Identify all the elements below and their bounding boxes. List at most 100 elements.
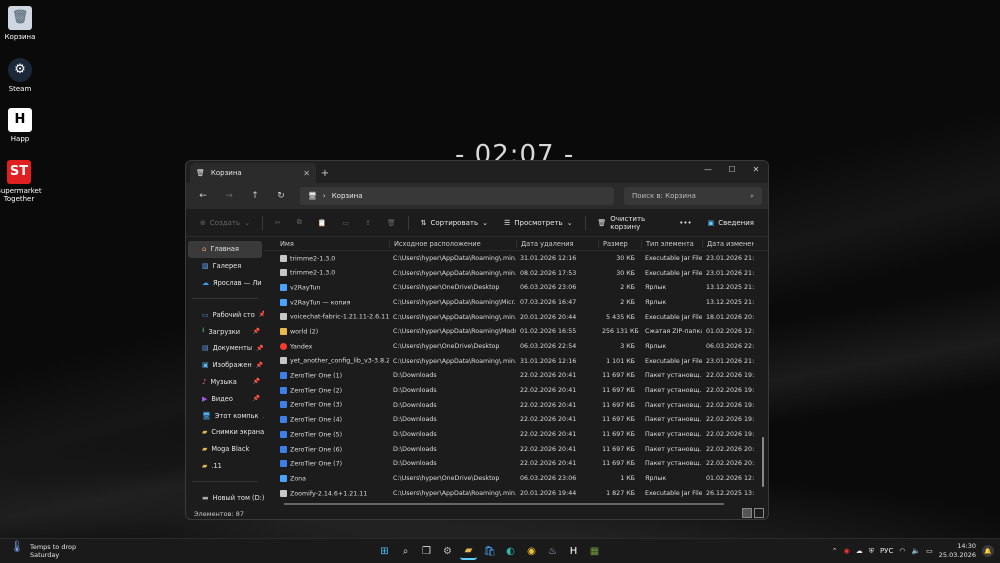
- rename-button[interactable]: ▭: [336, 216, 355, 230]
- file-explorer-icon[interactable]: ▰: [460, 543, 477, 560]
- column-header-date-modified[interactable]: Дата изменения: [702, 239, 754, 248]
- search-icon[interactable]: ⌕: [397, 543, 414, 560]
- search-input[interactable]: Поиск в: Корзина ⌕: [624, 187, 762, 205]
- settings-icon[interactable]: ⚙: [439, 543, 456, 560]
- nav-item[interactable]: ♪ Музыка 📌: [186, 374, 264, 391]
- cell-modified: 22.02.2026 19:22: [706, 372, 754, 380]
- delete-button[interactable]: 🗑: [381, 216, 402, 230]
- store-icon[interactable]: 🛍: [481, 543, 498, 560]
- file-name: ZeroTier One (6): [290, 446, 343, 454]
- desktop-icon-steam[interactable]: ⚙ Steam: [0, 58, 48, 93]
- clock[interactable]: 14:30 25.03.2026: [939, 542, 976, 560]
- table-row[interactable]: voicechat-fabric-1.21.11-2.6.11 C:\Users\…: [264, 310, 768, 325]
- column-header-original-location[interactable]: Исходное расположение: [389, 239, 516, 248]
- tab-recycle-bin[interactable]: 🗑 Корзина ✕: [190, 163, 316, 183]
- nav-item[interactable]: ▨ Галерея: [186, 258, 264, 275]
- cell-path: D:\Downloads: [393, 401, 437, 409]
- chrome-icon[interactable]: ◉: [523, 543, 540, 560]
- minecraft-icon[interactable]: ▦: [586, 543, 603, 560]
- share-button[interactable]: ⇪: [359, 216, 377, 230]
- nav-item[interactable]: ⭳ Загрузки 📌: [186, 323, 264, 340]
- column-header-size[interactable]: Размер: [598, 239, 641, 248]
- refresh-button[interactable]: ↻: [270, 187, 292, 205]
- table-row[interactable]: ZeroTier One (7) D:\Downloads 22.02.2026 2…: [264, 457, 768, 472]
- notifications-icon[interactable]: 🔔: [982, 545, 994, 557]
- table-row[interactable]: ZeroTier One (4) D:\Downloads 22.02.2026 2…: [264, 413, 768, 428]
- nav-item[interactable]: ▣ Изображен 📌: [186, 357, 264, 374]
- table-row[interactable]: trimme2-1.3.0 C:\Users\hyper\AppData\Roam…: [264, 266, 768, 281]
- cell-modified: 22.02.2026 20:09: [706, 445, 754, 453]
- tab-close-button[interactable]: ✕: [303, 169, 310, 178]
- nav-item[interactable]: ▶ Видео 📌: [186, 390, 264, 407]
- tiles-view-icon[interactable]: [754, 508, 764, 518]
- paste-button[interactable]: 📋: [312, 216, 333, 230]
- nav-item[interactable]: ▤ Документы 📌: [186, 340, 264, 357]
- cell-deleted: 31.01.2026 12:16: [520, 254, 577, 262]
- volume-icon[interactable]: 🔈: [911, 547, 920, 555]
- nav-item[interactable]: ▰ Снимки экрана: [186, 424, 264, 441]
- edge-icon[interactable]: ◐: [502, 543, 519, 560]
- more-options-button[interactable]: •••: [673, 216, 697, 230]
- table-row[interactable]: ZeroTier One (3) D:\Downloads 22.02.2026 2…: [264, 398, 768, 413]
- nav-item-label: Загрузки: [208, 327, 241, 336]
- forward-button[interactable]: →: [218, 187, 240, 205]
- jar-file-icon: [280, 313, 287, 321]
- language-indicator[interactable]: РУС: [880, 547, 893, 555]
- empty-recycle-bin-button[interactable]: 🗑 Очистить корзину: [591, 212, 669, 234]
- table-row[interactable]: Zona C:\Users\hyper\OneDrive\Desktop 06.03…: [264, 471, 768, 486]
- nav-item[interactable]: 🖥Этот компьк📌: [186, 407, 264, 424]
- table-row[interactable]: ZeroTier One (6) D:\Downloads 22.02.2026 2…: [264, 442, 768, 457]
- table-row[interactable]: trimme2-1.3.0 C:\Users\hyper\AppData\Roam…: [264, 251, 768, 266]
- nav-item[interactable]: ⌂ Главная: [188, 241, 262, 258]
- chevron-up-icon[interactable]: ⌃: [832, 547, 838, 555]
- nav-item[interactable]: ▰ .11: [186, 458, 264, 475]
- table-row[interactable]: Zoomify-2.14.6+1.21.11 C:\Users\hyper\App…: [264, 486, 768, 501]
- desktop-icon-recycle-bin[interactable]: 🗑 Корзина: [0, 6, 48, 41]
- start-icon[interactable]: ⊞: [376, 543, 393, 560]
- weather-widget[interactable]: 🌡 Temps to drop Saturday: [10, 541, 76, 559]
- close-button[interactable]: ✕: [744, 161, 768, 177]
- cell-modified: 26.12.2025 13:31: [706, 489, 754, 497]
- battery-icon[interactable]: ▭: [926, 547, 933, 555]
- new-tab-button[interactable]: +: [316, 163, 334, 183]
- security-icon[interactable]: ⛨: [869, 547, 874, 556]
- desktop-icon-supermarket-together[interactable]: ST Supermarket Together: [0, 160, 47, 203]
- desktop-icon-happ[interactable]: H Happ: [0, 108, 48, 143]
- horizontal-scrollbar[interactable]: [284, 503, 724, 505]
- cut-button[interactable]: ✂: [269, 216, 287, 230]
- minimize-button[interactable]: —: [696, 161, 720, 177]
- table-row[interactable]: ZeroTier One (5) D:\Downloads 22.02.2026 2…: [264, 427, 768, 442]
- maximize-button[interactable]: ☐: [720, 161, 744, 177]
- wifi-icon[interactable]: ◠: [899, 547, 905, 555]
- sort-button[interactable]: ⇅ Сортировать ⌄: [415, 216, 494, 230]
- nav-item[interactable]: ▬ Новый том (D:): [186, 489, 264, 506]
- table-row[interactable]: yet_another_config_lib_v3-3.8.2+1... C:\U…: [264, 354, 768, 369]
- copy-button[interactable]: ⧉: [291, 215, 308, 230]
- back-button[interactable]: ←: [192, 187, 214, 205]
- column-header-name[interactable]: Имя: [264, 240, 389, 248]
- task-view-icon[interactable]: ❐: [418, 543, 435, 560]
- address-bar[interactable]: 🖥 › Корзина: [300, 187, 614, 205]
- vertical-scrollbar[interactable]: [762, 437, 764, 487]
- happ-icon[interactable]: H: [565, 543, 582, 560]
- steam-icon[interactable]: ♨: [544, 543, 561, 560]
- shortcut-file-icon: [280, 474, 287, 482]
- table-row[interactable]: Yandex C:\Users\hyper\OneDrive\Desktop 06.…: [264, 339, 768, 354]
- table-row[interactable]: world (2) C:\Users\hyper\AppData\Roaming\…: [264, 324, 768, 339]
- tray-app-icon[interactable]: ◉: [844, 547, 850, 555]
- nav-item[interactable]: ☁ Ярослав — Ли: [186, 275, 264, 292]
- view-button[interactable]: ☰ Просмотреть ⌄: [498, 216, 579, 230]
- column-header-type[interactable]: Тип элемента: [641, 239, 702, 248]
- details-button[interactable]: ▣ Сведения: [702, 216, 760, 230]
- nav-item[interactable]: ▭Рабочий сто📌: [186, 306, 264, 323]
- up-button[interactable]: ↑: [244, 187, 266, 205]
- table-row[interactable]: v2RayTun C:\Users\hyper\OneDrive\Desktop 0…: [264, 280, 768, 295]
- column-header-date-deleted[interactable]: Дата удаления: [516, 239, 598, 248]
- nav-item[interactable]: ▰ Moga Black: [186, 441, 264, 458]
- create-button[interactable]: ⊕ Создать ⌄: [194, 216, 256, 230]
- table-row[interactable]: v2RayTun — копия C:\Users\hyper\AppData\R…: [264, 295, 768, 310]
- details-view-icon[interactable]: [742, 508, 752, 518]
- table-row[interactable]: ZeroTier One (1) D:\Downloads 22.02.2026 2…: [264, 369, 768, 384]
- table-row[interactable]: ZeroTier One (2) D:\Downloads 22.02.2026 2…: [264, 383, 768, 398]
- cloud-icon[interactable]: ☁: [856, 547, 863, 555]
